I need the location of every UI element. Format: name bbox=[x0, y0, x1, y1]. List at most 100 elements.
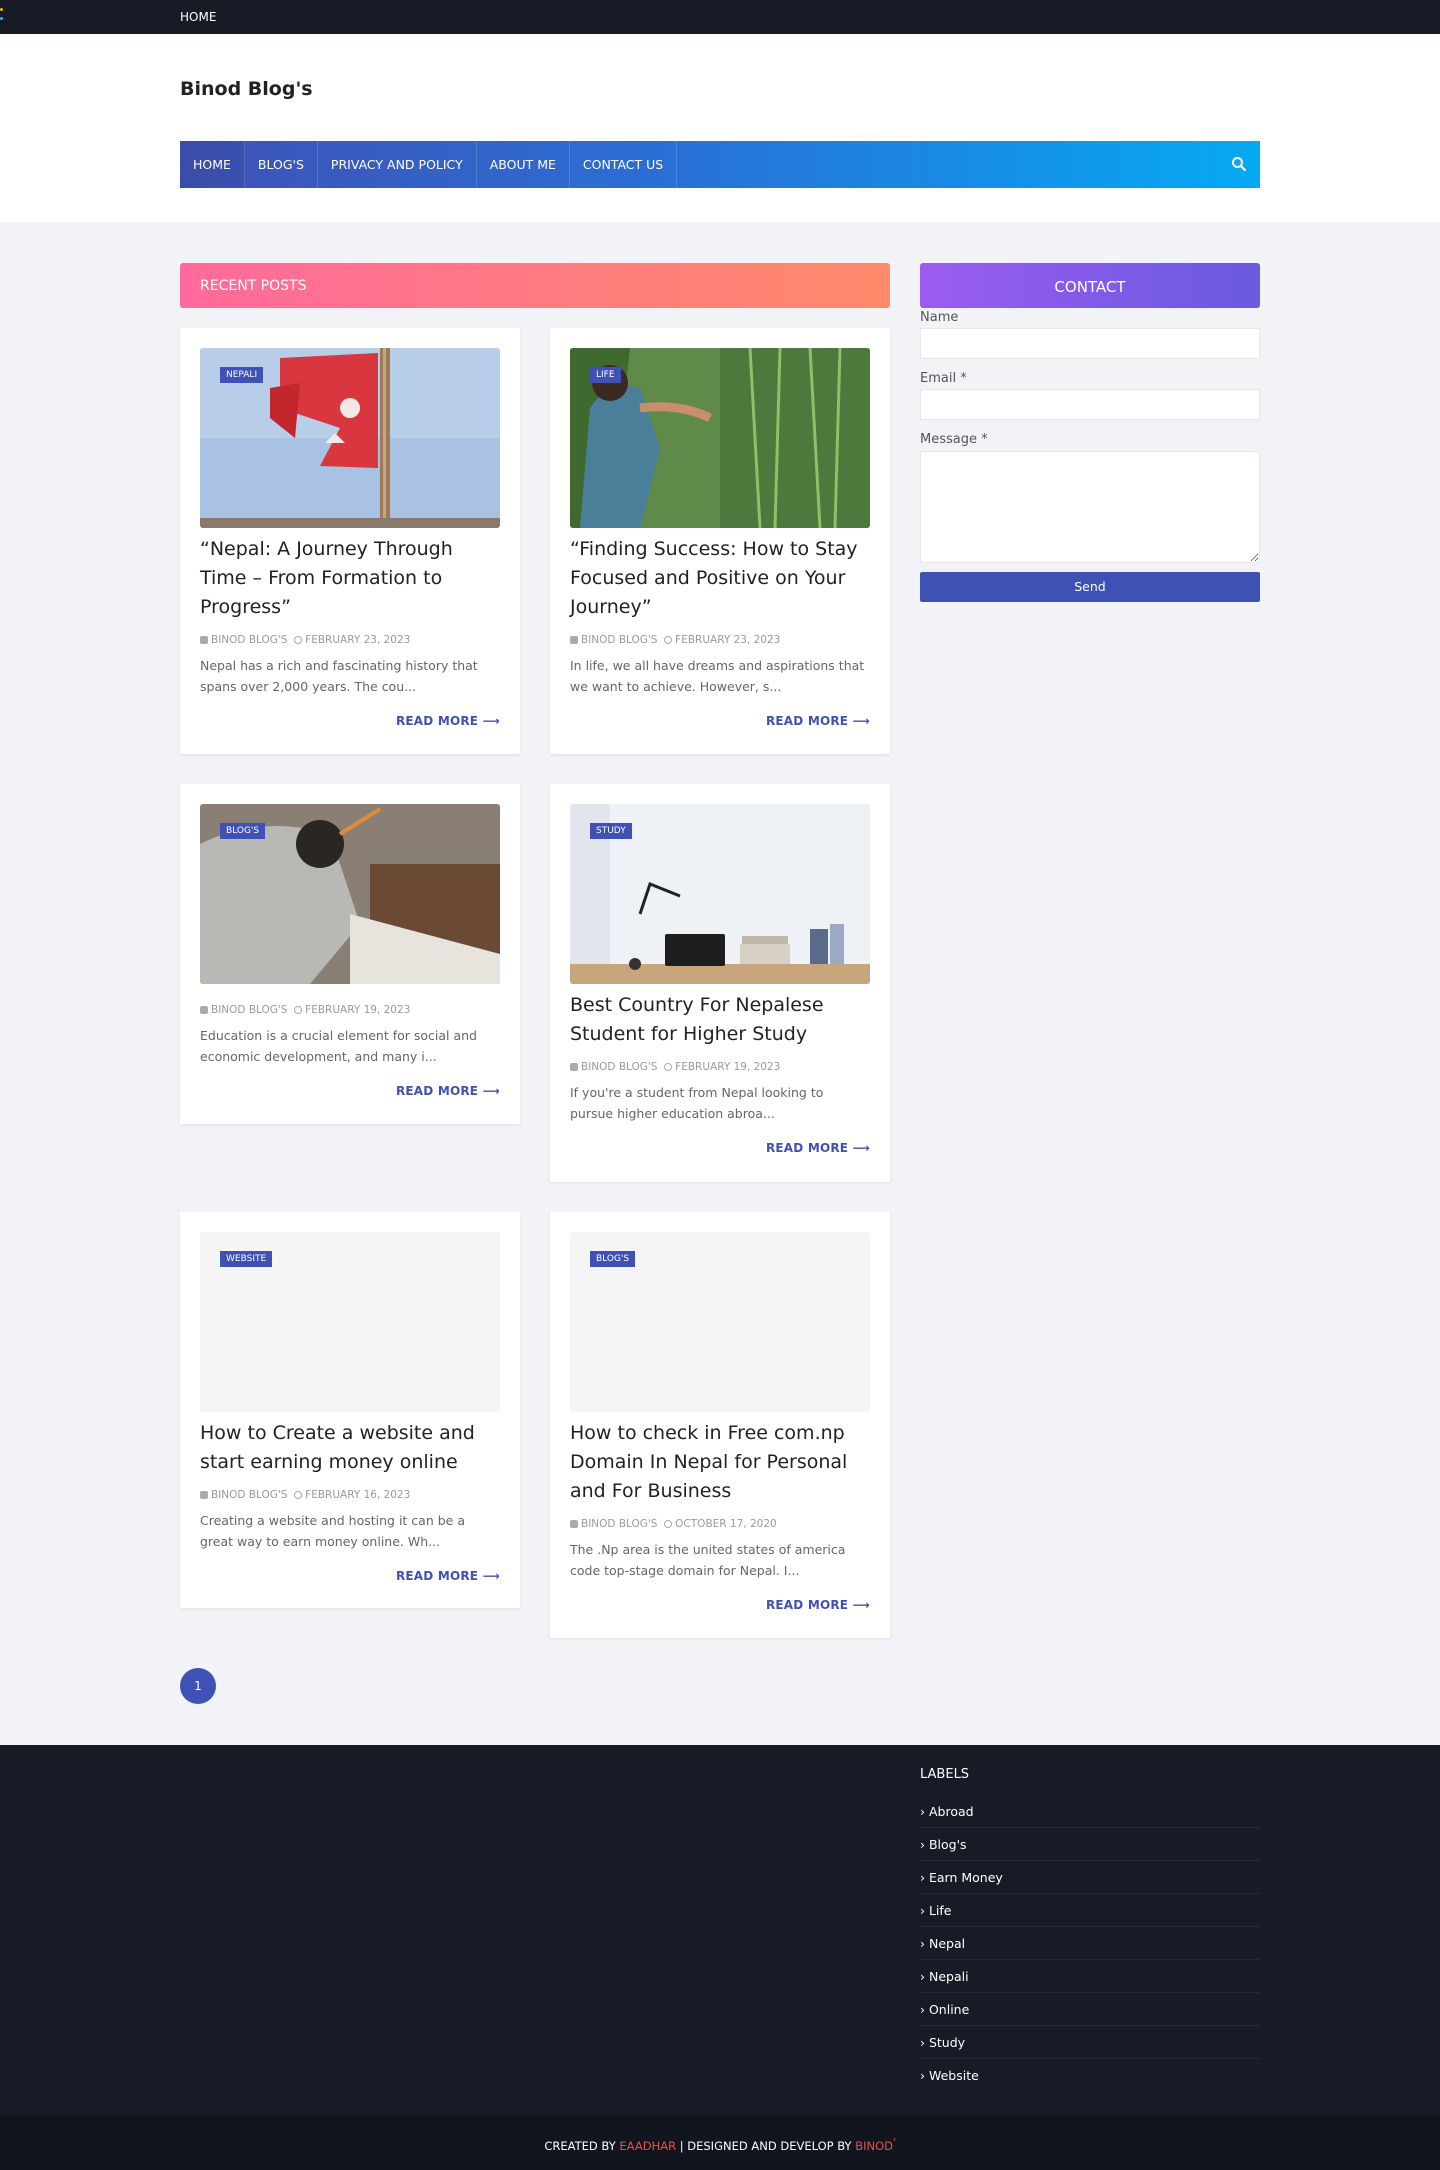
send-button[interactable]: Send bbox=[920, 572, 1260, 602]
read-more-link[interactable]: READ MORE ⟶ bbox=[766, 1598, 870, 1612]
arrow-right-icon: ⟶ bbox=[482, 1084, 500, 1098]
post-title[interactable]: How to Create a website and start earnin… bbox=[200, 1419, 500, 1477]
nav-item-home[interactable]: HOME bbox=[180, 141, 245, 188]
post-category-tag[interactable]: STUDY bbox=[590, 823, 632, 839]
post-card: NEPALI “Nepal: A Journey Through Time – … bbox=[180, 328, 520, 754]
post-excerpt: Nepal has a rich and fascinating history… bbox=[200, 658, 478, 694]
post-category-tag[interactable]: LIFE bbox=[590, 367, 621, 383]
main-nav: HOME BLOG'S PRIVACY AND POLICY ABOUT ME … bbox=[180, 141, 1260, 188]
post-date: FEBRUARY 16, 2023 bbox=[305, 1489, 411, 1501]
post-title[interactable]: How to check in Free com.np Domain In Ne… bbox=[570, 1419, 870, 1506]
post-thumbnail[interactable]: WEBSITE bbox=[200, 1232, 500, 1412]
arrow-right-icon: ⟶ bbox=[482, 714, 500, 728]
read-more-link[interactable]: READ MORE ⟶ bbox=[766, 714, 870, 728]
top-home-link[interactable]: HOME bbox=[180, 10, 216, 24]
pagination-current-page[interactable]: 1 bbox=[180, 1668, 216, 1704]
arrow-right-icon: ⟶ bbox=[852, 1141, 870, 1155]
post-meta: BINOD BLOG'S FEBRUARY 16, 2023 bbox=[200, 1489, 410, 1501]
labels-heading: LABELS bbox=[920, 1767, 970, 1782]
post-card: BLOG'S BINOD BLOG'S FEBRUARY 19, 2023 Ed… bbox=[180, 784, 520, 1124]
post-category-tag[interactable]: BLOG'S bbox=[220, 823, 266, 839]
post-excerpt: In life, we all have dreams and aspirati… bbox=[570, 658, 865, 694]
post-thumbnail[interactable]: LIFE bbox=[570, 348, 870, 528]
label-item-study[interactable]: › Study bbox=[920, 2026, 1260, 2059]
post-author: BINOD BLOG'S bbox=[581, 634, 658, 646]
user-icon bbox=[200, 1491, 208, 1499]
post-meta: BINOD BLOG'S FEBRUARY 23, 2023 bbox=[200, 634, 410, 646]
post-thumbnail[interactable]: NEPALI bbox=[200, 348, 500, 528]
post-author: BINOD BLOG'S bbox=[211, 1489, 288, 1501]
post-date: OCTOBER 17, 2020 bbox=[675, 1518, 777, 1530]
labels-list: › Abroad › Blog's › Earn Money › Life › … bbox=[920, 1795, 1260, 2092]
nav-item-contact[interactable]: CONTACT US bbox=[570, 141, 678, 188]
post-excerpt: The .Np area is the united states of ame… bbox=[570, 1542, 846, 1578]
clock-icon bbox=[294, 1491, 303, 1499]
read-more-link[interactable]: READ MORE ⟶ bbox=[396, 714, 500, 728]
post-title[interactable]: “Finding Success: How to Stay Focused an… bbox=[570, 535, 870, 622]
post-thumbnail[interactable]: BLOG'S bbox=[200, 804, 500, 984]
post-author: BINOD BLOG'S bbox=[211, 634, 288, 646]
label-item-nepali[interactable]: › Nepali bbox=[920, 1960, 1260, 1993]
message-field[interactable] bbox=[920, 451, 1260, 563]
arrow-right-icon: ⟶ bbox=[852, 714, 870, 728]
site-header: Binod Blog's bbox=[0, 34, 1440, 222]
clock-icon bbox=[664, 1063, 673, 1071]
label-item-earn-money[interactable]: › Earn Money bbox=[920, 1861, 1260, 1894]
post-card: WEBSITE How to Create a website and star… bbox=[180, 1212, 520, 1608]
read-more-link[interactable]: READ MORE ⟶ bbox=[396, 1569, 500, 1583]
nav-item-about[interactable]: ABOUT ME bbox=[477, 141, 570, 188]
arrow-right-icon: ⟶ bbox=[852, 1598, 870, 1612]
post-meta: BINOD BLOG'S FEBRUARY 19, 2023 bbox=[570, 1061, 780, 1073]
post-title[interactable]: “Nepal: A Journey Through Time – From Fo… bbox=[200, 535, 500, 622]
site-footer: LABELS › Abroad › Blog's › Earn Money › … bbox=[0, 1745, 1440, 2115]
user-icon bbox=[570, 1063, 578, 1071]
label-item-life[interactable]: › Life bbox=[920, 1894, 1260, 1927]
user-icon bbox=[570, 1520, 578, 1528]
post-thumbnail[interactable]: STUDY bbox=[570, 804, 870, 984]
recent-posts-header: RECENT POSTS bbox=[180, 263, 890, 308]
post-author: BINOD BLOG'S bbox=[211, 1004, 288, 1016]
nav-item-privacy[interactable]: PRIVACY AND POLICY bbox=[318, 141, 477, 188]
post-category-tag[interactable]: NEPALI bbox=[220, 367, 264, 383]
credit-link-eaadhar[interactable]: EAADHAR bbox=[619, 2139, 676, 2153]
credit-mark: ' bbox=[892, 2137, 896, 2148]
post-meta: BINOD BLOG'S OCTOBER 17, 2020 bbox=[570, 1518, 777, 1530]
search-icon[interactable] bbox=[1230, 155, 1248, 173]
post-date: FEBRUARY 19, 2023 bbox=[305, 1004, 411, 1016]
label-item-abroad[interactable]: › Abroad bbox=[920, 1795, 1260, 1828]
post-title[interactable]: Best Country For Nepalese Student for Hi… bbox=[570, 991, 870, 1049]
email-field[interactable] bbox=[920, 389, 1260, 420]
read-more-link[interactable]: READ MORE ⟶ bbox=[766, 1141, 870, 1155]
post-card: LIFE “Finding Success: How to Stay Focus… bbox=[550, 328, 890, 754]
post-date: FEBRUARY 23, 2023 bbox=[675, 634, 781, 646]
label-item-online[interactable]: › Online bbox=[920, 1993, 1260, 2026]
post-author: BINOD BLOG'S bbox=[581, 1518, 658, 1530]
post-thumbnail[interactable]: BLOG'S bbox=[570, 1232, 870, 1412]
post-meta: BINOD BLOG'S FEBRUARY 19, 2023 bbox=[200, 1004, 410, 1016]
user-icon bbox=[570, 636, 578, 644]
name-label: Name bbox=[920, 310, 959, 325]
post-excerpt: Education is a crucial element for socia… bbox=[200, 1028, 477, 1064]
site-title[interactable]: Binod Blog's bbox=[180, 78, 313, 100]
footer-credits: CREATED BY EAADHAR | DESIGNED AND DEVELO… bbox=[0, 2115, 1440, 2170]
clock-icon bbox=[294, 1006, 303, 1014]
clock-icon bbox=[664, 636, 673, 644]
label-item-blogs[interactable]: › Blog's bbox=[920, 1828, 1260, 1861]
read-more-link[interactable]: READ MORE ⟶ bbox=[396, 1084, 500, 1098]
label-item-website[interactable]: › Website bbox=[920, 2059, 1260, 2092]
clock-icon bbox=[664, 1520, 673, 1528]
post-card: BLOG'S How to check in Free com.np Domai… bbox=[550, 1212, 890, 1638]
post-category-tag[interactable]: BLOG'S bbox=[590, 1251, 636, 1267]
post-meta: BINOD BLOG'S FEBRUARY 23, 2023 bbox=[570, 634, 780, 646]
arrow-right-icon: ⟶ bbox=[482, 1569, 500, 1583]
name-field[interactable] bbox=[920, 328, 1260, 359]
clock-icon bbox=[294, 636, 303, 644]
email-label: Email * bbox=[920, 371, 967, 386]
label-item-nepal[interactable]: › Nepal bbox=[920, 1927, 1260, 1960]
user-icon bbox=[200, 1006, 208, 1014]
post-category-tag[interactable]: WEBSITE bbox=[220, 1251, 273, 1267]
message-label: Message * bbox=[920, 432, 988, 447]
user-icon bbox=[200, 636, 208, 644]
nav-item-blogs[interactable]: BLOG'S bbox=[245, 141, 318, 188]
credit-link-binod[interactable]: BINOD bbox=[855, 2139, 893, 2153]
